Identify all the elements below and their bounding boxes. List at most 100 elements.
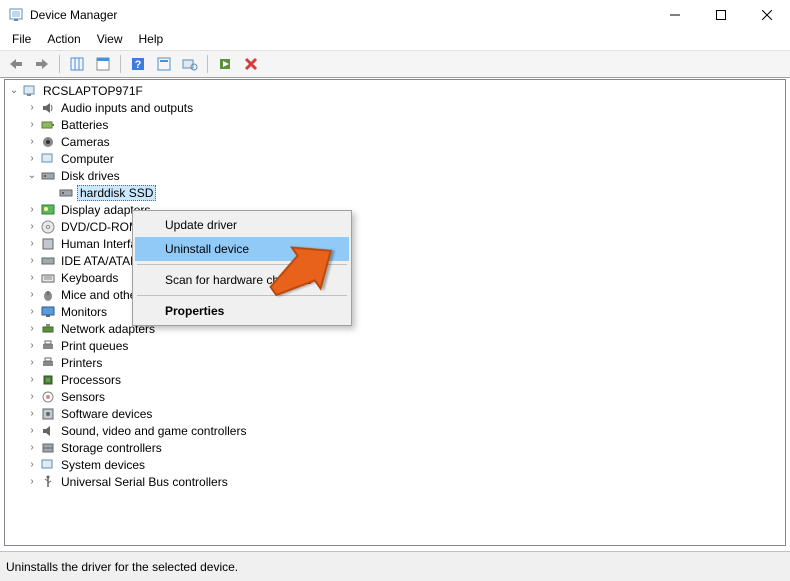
collapse-icon[interactable]: ⌄ [25,170,39,181]
sound-icon [39,423,57,439]
ctx-scan-hardware[interactable]: Scan for hardware changes [135,268,349,292]
enable-button[interactable] [213,53,237,75]
tree-item-dvd[interactable]: ›DVD/CD-ROM [7,218,783,235]
properties-button[interactable] [91,53,115,75]
computer-icon [39,151,57,167]
uninstall-button[interactable] [239,53,263,75]
tree-item-computer[interactable]: ›Computer [7,150,783,167]
sensor-icon [39,389,57,405]
storage-icon [39,440,57,456]
back-button[interactable] [4,53,28,75]
tree-item-processors[interactable]: ›Processors [7,371,783,388]
menu-file[interactable]: File [4,30,39,50]
expand-icon[interactable]: › [25,459,39,470]
printer-icon [39,355,57,371]
keyboard-icon [39,270,57,286]
tree-item-cameras[interactable]: ›Cameras [7,133,783,150]
tree-item-harddisk-ssd[interactable]: harddisk SSD [7,184,783,201]
expand-icon[interactable]: › [25,272,39,283]
monitor-icon [39,304,57,320]
action-button[interactable] [152,53,176,75]
forward-button[interactable] [30,53,54,75]
usb-icon [39,474,57,490]
ide-icon [39,253,57,269]
tree-item-print-queues[interactable]: ›Print queues [7,337,783,354]
help-button[interactable]: ? [126,53,150,75]
window-title: Device Manager [30,8,652,22]
dvd-icon [39,219,57,235]
tree-item-batteries[interactable]: ›Batteries [7,116,783,133]
tree-item-usb[interactable]: ›Universal Serial Bus controllers [7,473,783,490]
expand-icon[interactable]: › [25,204,39,215]
menu-help[interactable]: Help [131,30,172,50]
context-menu: Update driver Uninstall device Scan for … [132,210,352,326]
scan-button[interactable] [178,53,202,75]
separator-icon [137,264,347,265]
printer-icon [39,338,57,354]
minimize-button[interactable] [652,0,698,30]
menubar: File Action View Help [0,30,790,50]
tree-item-ide[interactable]: ›IDE ATA/ATAPI [7,252,783,269]
expand-icon[interactable]: › [25,306,39,317]
toolbar: ? [0,50,790,78]
camera-icon [39,134,57,150]
statusbar: Uninstalls the driver for the selected d… [0,551,790,581]
expand-icon[interactable]: › [25,425,39,436]
window-controls [652,0,790,30]
mouse-icon [39,287,57,303]
tree-item-network[interactable]: ›Network adapters [7,320,783,337]
tree-item-monitors[interactable]: ›Monitors [7,303,783,320]
tree-item-sensors[interactable]: ›Sensors [7,388,783,405]
expand-icon[interactable]: › [25,289,39,300]
expand-icon[interactable]: › [25,221,39,232]
collapse-icon[interactable]: ⌄ [7,85,21,96]
separator-icon [207,55,208,73]
expand-icon[interactable]: › [25,476,39,487]
tree-item-display[interactable]: ›Display adapters [7,201,783,218]
audio-icon [39,100,57,116]
tree-item-sound[interactable]: ›Sound, video and game controllers [7,422,783,439]
expand-icon[interactable]: › [25,255,39,266]
expand-icon[interactable]: › [25,340,39,351]
tree-item-storage[interactable]: ›Storage controllers [7,439,783,456]
expand-icon[interactable]: › [25,238,39,249]
hid-icon [39,236,57,252]
close-button[interactable] [744,0,790,30]
app-icon [8,7,24,23]
separator-icon [120,55,121,73]
expand-icon[interactable]: › [25,408,39,419]
tree-item-hid[interactable]: ›Human Interface [7,235,783,252]
expand-icon[interactable]: › [25,442,39,453]
expand-icon[interactable]: › [25,102,39,113]
expand-icon[interactable]: › [25,374,39,385]
tree-root[interactable]: ⌄ RCSLAPTOP971F [7,82,783,99]
tree-item-printers[interactable]: ›Printers [7,354,783,371]
show-hide-tree-button[interactable] [65,53,89,75]
tree-item-software[interactable]: ›Software devices [7,405,783,422]
tree-item-disk-drives[interactable]: ⌄Disk drives [7,167,783,184]
ctx-properties[interactable]: Properties [135,299,349,323]
svg-text:?: ? [135,59,142,71]
menu-action[interactable]: Action [39,30,88,50]
processor-icon [39,372,57,388]
tree-item-system[interactable]: ›System devices [7,456,783,473]
tree-item-audio[interactable]: ›Audio inputs and outputs [7,99,783,116]
ctx-update-driver[interactable]: Update driver [135,213,349,237]
expand-icon[interactable]: › [25,153,39,164]
expand-icon[interactable]: › [25,323,39,334]
computer-icon [21,83,39,99]
root-label: RCSLAPTOP971F [41,84,145,98]
disk-drive-icon [57,185,75,201]
expand-icon[interactable]: › [25,357,39,368]
menu-view[interactable]: View [89,30,131,50]
tree-item-keyboards[interactable]: ›Keyboards [7,269,783,286]
expand-icon[interactable]: › [25,119,39,130]
maximize-button[interactable] [698,0,744,30]
device-tree[interactable]: ⌄ RCSLAPTOP971F ›Audio inputs and output… [4,79,786,546]
titlebar: Device Manager [0,0,790,30]
expand-icon[interactable]: › [25,391,39,402]
ctx-uninstall-device[interactable]: Uninstall device [135,237,349,261]
expand-icon[interactable]: › [25,136,39,147]
tree-item-mice[interactable]: ›Mice and other pointing devices [7,286,783,303]
software-icon [39,406,57,422]
